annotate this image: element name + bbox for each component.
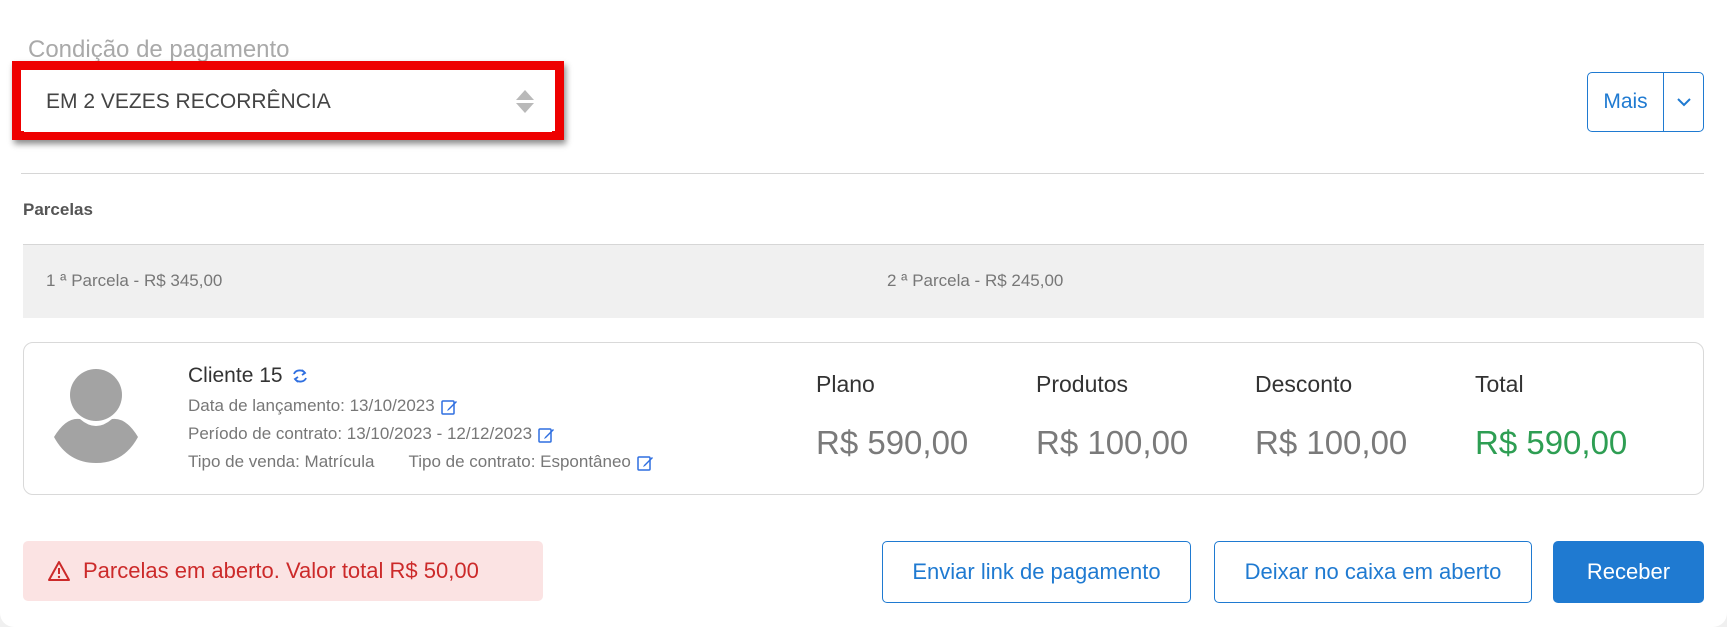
contract-period: Período de contrato: 13/10/2023 - 12/12/… xyxy=(188,424,533,443)
receive-button[interactable]: Receber xyxy=(1553,541,1704,603)
payment-panel: Condição de pagamento EM 2 VEZES RECORRÊ… xyxy=(0,0,1727,627)
payment-condition-label: Condição de pagamento xyxy=(28,36,290,63)
edit-icon[interactable] xyxy=(538,426,555,443)
discount-label: Desconto xyxy=(1255,371,1353,397)
warning-icon xyxy=(48,561,70,581)
client-name: Cliente 15 xyxy=(188,364,283,387)
products-label: Produtos xyxy=(1036,371,1129,397)
chevron-down-icon xyxy=(1676,98,1691,107)
installments-bar: 1 ª Parcela - R$ 345,00 2 ª Parcela - R$… xyxy=(23,244,1704,318)
discount-value: R$ 100,00 xyxy=(1255,424,1408,461)
send-payment-link-button[interactable]: Enviar link de pagamento xyxy=(882,541,1191,603)
sort-arrows-icon xyxy=(516,90,534,114)
client-card: Cliente 15 Data de lançamento: 13/10/202… xyxy=(23,342,1704,495)
more-dropdown-toggle[interactable] xyxy=(1664,73,1703,131)
edit-icon[interactable] xyxy=(440,398,458,415)
summary-total: Total R$ 590,00 xyxy=(1475,371,1627,462)
leave-open-button[interactable]: Deixar no caixa em aberto xyxy=(1214,541,1532,603)
products-value: R$ 100,00 xyxy=(1036,424,1189,461)
launch-date-row: Data de lançamento: 13/10/2023 xyxy=(188,396,458,416)
sale-contract-type-row: Tipo de venda: Matrícula Tipo de contrat… xyxy=(188,452,654,472)
open-installments-alert: Parcelas em aberto. Valor total R$ 50,00 xyxy=(23,541,543,601)
more-button-group: Mais xyxy=(1587,72,1704,132)
user-avatar-icon xyxy=(54,369,138,463)
summary-plan: Plano R$ 590,00 xyxy=(816,371,968,462)
installment-item: 1 ª Parcela - R$ 345,00 xyxy=(46,271,223,290)
plan-value: R$ 590,00 xyxy=(816,424,969,461)
launch-date: Data de lançamento: 13/10/2023 xyxy=(188,396,435,415)
contract-period-row: Período de contrato: 13/10/2023 - 12/12/… xyxy=(188,424,555,444)
summary-products: Produtos R$ 100,00 xyxy=(1036,371,1188,462)
sale-type: Tipo de venda: Matrícula xyxy=(188,452,375,471)
sync-icon[interactable] xyxy=(291,368,309,384)
more-button[interactable]: Mais xyxy=(1588,73,1664,131)
summary-discount: Desconto R$ 100,00 xyxy=(1255,371,1407,462)
section-divider xyxy=(21,173,1704,174)
plan-label: Plano xyxy=(816,371,875,397)
payment-condition-value: EM 2 VEZES RECORRÊNCIA xyxy=(46,89,331,113)
contract-type: Tipo de contrato: Espontâneo xyxy=(408,452,631,471)
payment-condition-select[interactable]: EM 2 VEZES RECORRÊNCIA xyxy=(24,71,552,132)
alert-text: Parcelas em aberto. Valor total R$ 50,00 xyxy=(83,558,479,583)
client-name-row: Cliente 15 xyxy=(188,364,309,388)
installment-item: 2 ª Parcela - R$ 245,00 xyxy=(887,271,1064,290)
total-label: Total xyxy=(1475,371,1524,397)
installments-title: Parcelas xyxy=(23,200,93,219)
edit-icon[interactable] xyxy=(637,454,654,471)
total-value: R$ 590,00 xyxy=(1475,424,1628,461)
